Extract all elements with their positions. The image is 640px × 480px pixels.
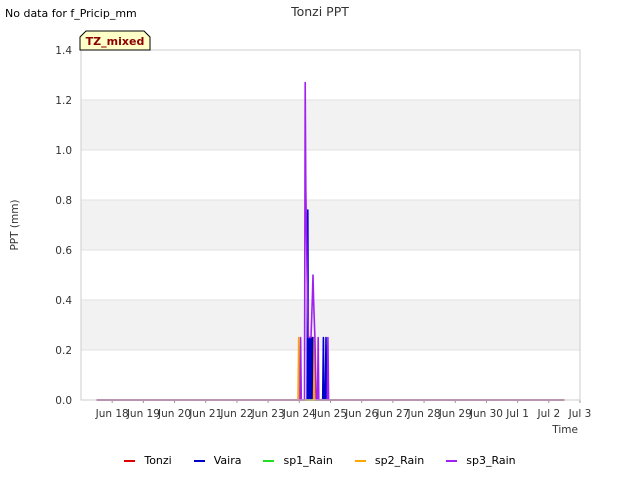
y-tick-label: 1.0 <box>55 145 72 157</box>
x-tick-label: Jul 3 <box>568 408 592 420</box>
x-tick-label: Jun 24 <box>282 408 316 420</box>
y-tick-label: 0.2 <box>55 345 72 357</box>
y-tick-label: 0.8 <box>55 195 72 207</box>
x-tick-label: Jun 29 <box>438 408 472 420</box>
x-tick-label: Jun 23 <box>251 408 285 420</box>
legend: Tonzi Vaira sp1_Rain sp2_Rain sp3_Rain <box>0 454 640 467</box>
legend-swatch <box>446 459 458 462</box>
x-tick-label: Jul 2 <box>536 408 560 420</box>
legend-label: sp1_Rain <box>283 454 333 467</box>
x-tick-label: Jun 25 <box>313 408 347 420</box>
legend-swatch <box>193 459 205 462</box>
legend-item-sp3-rain: sp3_Rain <box>446 454 516 467</box>
y-tick-label: 1.4 <box>55 45 72 57</box>
x-tick-label: Jun 27 <box>375 408 409 420</box>
y-tick-label: 0.0 <box>55 395 72 407</box>
y-tick-label: 1.2 <box>55 95 72 107</box>
legend-item-vaira: Vaira <box>193 454 242 467</box>
legend-label: sp3_Rain <box>466 454 516 467</box>
y-tick-label: 0.6 <box>55 245 72 257</box>
grid-band <box>81 100 580 150</box>
legend-label: Vaira <box>213 454 242 467</box>
site-tag: TZ_mixed <box>79 30 151 51</box>
legend-item-sp2-rain: sp2_Rain <box>354 454 425 467</box>
x-tick-label: Jun 28 <box>407 408 441 420</box>
x-tick-label: Jun 30 <box>469 408 503 420</box>
y-axis-ticks: 0.0 0.2 0.4 0.6 0.8 1.0 1.2 1.4 <box>55 45 72 407</box>
legend-label: sp2_Rain <box>374 454 425 467</box>
x-tick-label: Jun 19 <box>126 408 160 420</box>
x-tick-label: Jun 20 <box>157 408 191 420</box>
y-axis-label: PPT (mm) <box>9 199 21 250</box>
legend-item-tonzi: Tonzi <box>124 454 172 467</box>
legend-swatch <box>263 459 275 462</box>
x-tick-label: Jun 26 <box>344 408 378 420</box>
x-axis-ticks: Jun 18Jun 19Jun 20Jun 21Jun 22Jun 23Jun … <box>95 400 592 420</box>
legend-swatch <box>354 459 366 462</box>
legend-item-sp1-rain: sp1_Rain <box>263 454 333 467</box>
legend-label: Tonzi <box>144 454 172 467</box>
y-tick-label: 0.4 <box>55 295 72 307</box>
x-tick-label: Jun 22 <box>219 408 253 420</box>
ppt-chart: 0.00.20.40.60.81.01.21.4 Jun 18Jun 19Jun… <box>9 30 592 436</box>
x-tick-label: Jun 18 <box>95 408 129 420</box>
legend-swatch <box>124 459 136 462</box>
x-tick-label: Jun 21 <box>188 408 222 420</box>
grid-band <box>81 200 580 250</box>
x-axis-label: Time <box>551 424 578 436</box>
grid-band <box>81 300 580 350</box>
site-tag-label: TZ_mixed <box>86 35 145 48</box>
x-tick-label: Jul 1 <box>505 408 529 420</box>
